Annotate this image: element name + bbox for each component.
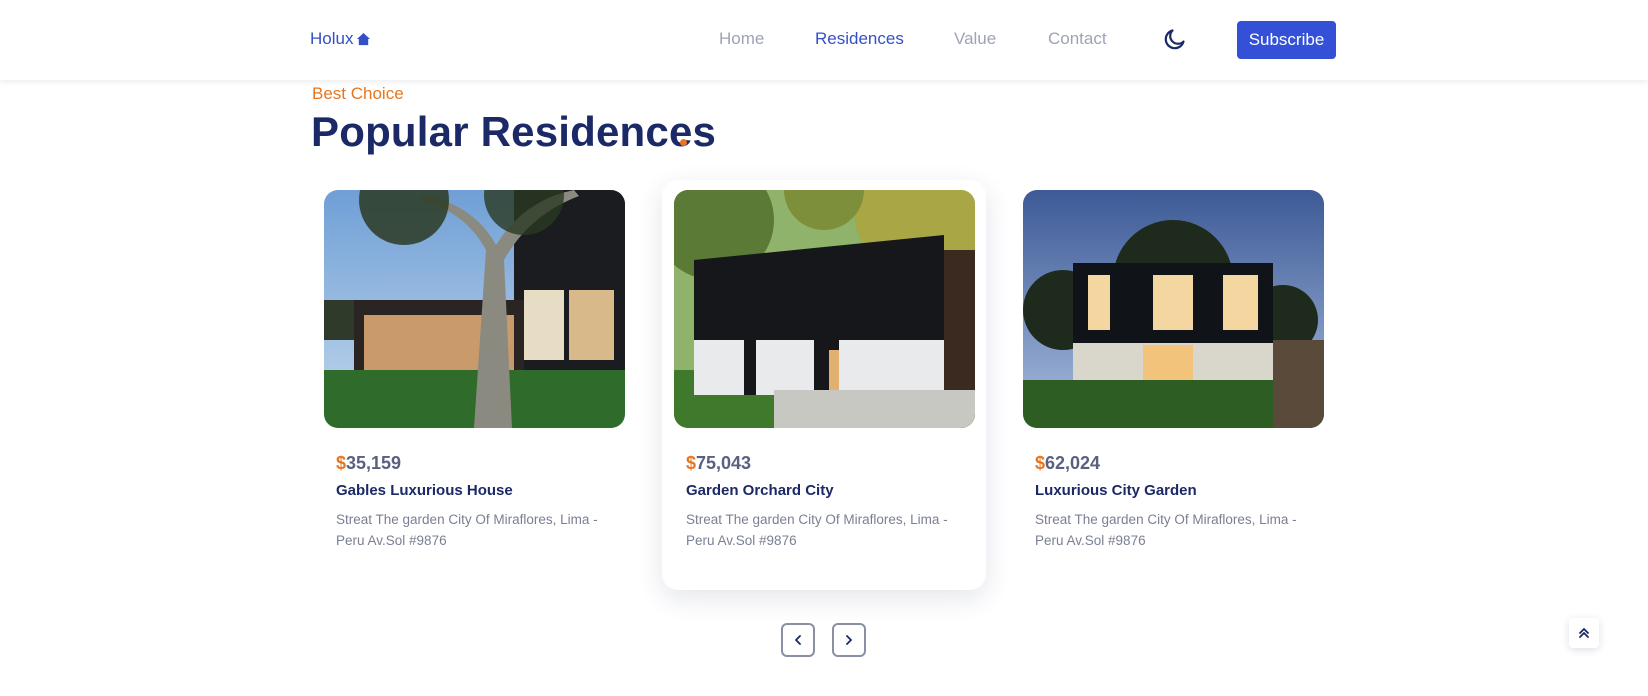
residence-price: $75,043: [686, 453, 751, 474]
nav-contact[interactable]: Contact: [1048, 29, 1107, 49]
chevron-left-icon: [795, 635, 801, 645]
residence-name: Garden Orchard City: [686, 482, 834, 499]
residence-price: $62,024: [1035, 453, 1100, 474]
scroll-top-button[interactable]: [1569, 618, 1599, 648]
moon-icon[interactable]: [1163, 27, 1187, 51]
residence-address: Streat The garden City Of Miraflores, Li…: [336, 512, 598, 548]
section-subtitle: Best Choice: [312, 84, 404, 103]
residence-name: Luxurious City Garden: [1035, 482, 1197, 499]
prev-button[interactable]: [781, 623, 815, 657]
residence-price: $35,159: [336, 453, 401, 474]
residence-card[interactable]: $62,024 Luxurious City Garden Streat The…: [1011, 180, 1335, 590]
residence-address: Streat The garden City Of Miraflores, Li…: [1035, 512, 1297, 548]
chevron-right-icon: [846, 635, 852, 645]
nav-home[interactable]: Home: [719, 29, 764, 49]
next-button[interactable]: [832, 623, 866, 657]
residence-card[interactable]: $75,043 Garden Orchard City Streat The g…: [662, 180, 986, 590]
logo-link[interactable]: Holux: [310, 29, 371, 49]
currency-symbol: $: [336, 453, 347, 473]
residence-card[interactable]: $35,159 Gables Luxurious House Streat Th…: [312, 180, 636, 590]
site-header: Holux Home Residences Value Contact Subs…: [0, 0, 1648, 80]
price-value: 62,024: [1045, 453, 1101, 473]
house-icon: [357, 32, 371, 45]
currency-symbol: $: [1035, 453, 1046, 473]
double-chevron-up-icon: [1579, 628, 1589, 638]
residence-address: Streat The garden City Of Miraflores, Li…: [686, 512, 948, 548]
title-accent-dot: [680, 139, 687, 146]
residence-image: [674, 190, 975, 428]
logo-text: Holux: [310, 29, 354, 48]
residence-image: [1023, 190, 1324, 428]
section-title: Popular Residences: [311, 108, 717, 155]
price-value: 75,043: [696, 453, 752, 473]
price-value: 35,159: [346, 453, 402, 473]
subscribe-button[interactable]: Subscribe: [1237, 21, 1336, 59]
residence-image: [324, 190, 625, 428]
nav-value[interactable]: Value: [954, 29, 996, 49]
currency-symbol: $: [686, 453, 697, 473]
nav-residences[interactable]: Residences: [815, 29, 904, 49]
residence-name: Gables Luxurious House: [336, 482, 513, 499]
